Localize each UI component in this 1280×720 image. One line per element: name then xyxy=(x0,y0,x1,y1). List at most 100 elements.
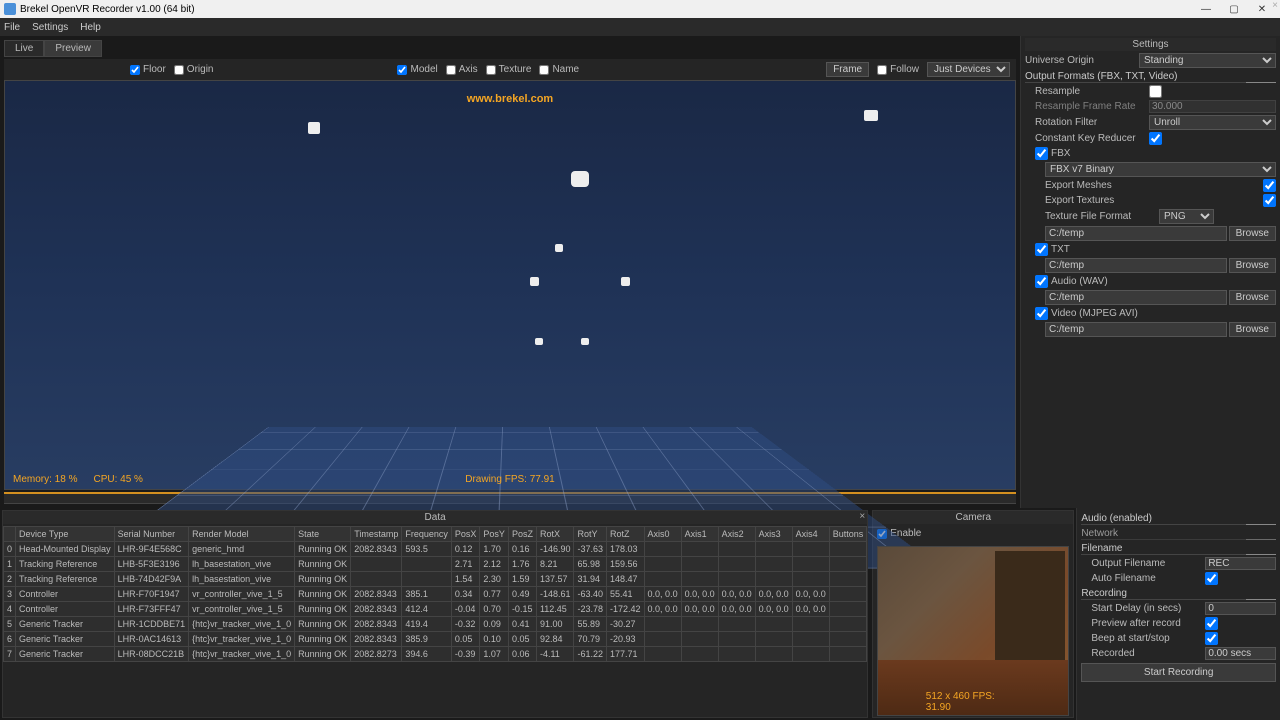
preview-after-check[interactable] xyxy=(1205,617,1218,630)
video-path-input[interactable] xyxy=(1045,322,1227,337)
table-header[interactable]: Timestamp xyxy=(351,527,402,542)
table-cell xyxy=(644,572,681,587)
export-textures-check[interactable] xyxy=(1263,194,1276,207)
table-header[interactable]: Axis1 xyxy=(681,527,718,542)
txt-check[interactable]: TXT xyxy=(1025,243,1276,256)
const-key-reducer-check[interactable] xyxy=(1149,132,1162,145)
table-header[interactable]: PosZ xyxy=(508,527,536,542)
table-row[interactable]: 6Generic TrackerLHR-0AC14613{htc}vr_trac… xyxy=(4,632,867,647)
table-cell: Running OK xyxy=(295,632,351,647)
table-row[interactable]: 4ControllerLHR-F73FFF47vr_controller_viv… xyxy=(4,602,867,617)
table-header[interactable]: Axis4 xyxy=(792,527,829,542)
fbx-path-input[interactable] xyxy=(1045,226,1227,241)
table-cell: Generic Tracker xyxy=(16,632,115,647)
table-cell: Running OK xyxy=(295,587,351,602)
table-header[interactable]: Frequency xyxy=(402,527,452,542)
table-header[interactable]: PosY xyxy=(480,527,509,542)
auto-filename-label: Auto Filename xyxy=(1091,573,1201,584)
table-row[interactable]: 7Generic TrackerLHR-08DCC21B{htc}vr_trac… xyxy=(4,647,867,662)
table-header[interactable]: State xyxy=(295,527,351,542)
viewport-3d[interactable]: www.brekel.com Memory: 18 %CPU: 45 % Dra… xyxy=(4,80,1016,490)
data-panel-close[interactable]: × xyxy=(859,511,865,522)
txt-path-input[interactable] xyxy=(1045,258,1227,273)
video-check[interactable]: Video (MJPEG AVI) xyxy=(1025,307,1276,320)
chk-model[interactable]: Model xyxy=(397,64,437,75)
table-row[interactable]: 1Tracking ReferenceLHB-5F3E3196lh_basest… xyxy=(4,557,867,572)
chk-origin[interactable]: Origin xyxy=(174,64,214,75)
table-cell: 137.57 xyxy=(536,572,574,587)
resample-check[interactable] xyxy=(1149,85,1162,98)
output-filename-input[interactable] xyxy=(1205,557,1276,570)
table-row[interactable]: 2Tracking ReferenceLHB-74D42F9Alh_basest… xyxy=(4,572,867,587)
view-tabs: Live Preview xyxy=(4,40,1016,57)
table-cell xyxy=(644,632,681,647)
table-header[interactable]: Render Model xyxy=(189,527,295,542)
table-cell: {htc}vr_tracker_vive_1_0 xyxy=(189,632,295,647)
beep-check[interactable] xyxy=(1205,632,1218,645)
table-cell: 385.9 xyxy=(402,632,452,647)
audio-check[interactable]: Audio (WAV) xyxy=(1025,275,1276,288)
table-cell: -37.63 xyxy=(574,542,607,557)
audio-panel-header[interactable]: Audio (enabled) xyxy=(1081,513,1276,525)
table-header[interactable]: Axis2 xyxy=(718,527,755,542)
auto-filename-check[interactable] xyxy=(1205,572,1218,585)
chk-name[interactable]: Name xyxy=(539,64,579,75)
frame-button[interactable]: Frame xyxy=(826,62,869,77)
table-cell: 0.10 xyxy=(480,632,509,647)
universe-origin-select[interactable]: Standing xyxy=(1139,53,1276,68)
tex-fmt-select[interactable]: PNG xyxy=(1159,209,1214,224)
table-header[interactable]: Axis3 xyxy=(755,527,792,542)
table-header[interactable]: Device Type xyxy=(16,527,115,542)
table-header[interactable]: Serial Number xyxy=(114,527,189,542)
table-header[interactable]: Axis0 xyxy=(644,527,681,542)
table-header[interactable] xyxy=(4,527,16,542)
data-table: Device TypeSerial NumberRender ModelStat… xyxy=(3,526,867,662)
table-cell: 1.76 xyxy=(508,557,536,572)
table-row[interactable]: 3ControllerLHR-F70F1947vr_controller_viv… xyxy=(4,587,867,602)
table-header[interactable]: RotY xyxy=(574,527,607,542)
tab-live[interactable]: Live xyxy=(4,40,44,57)
table-cell: 0.0, 0.0 xyxy=(644,602,681,617)
fbx-check[interactable]: FBX xyxy=(1025,147,1276,160)
start-delay-input[interactable] xyxy=(1205,602,1276,615)
table-cell xyxy=(792,647,829,662)
table-cell: 177.71 xyxy=(607,647,645,662)
table-header[interactable]: Buttons xyxy=(829,527,867,542)
tab-preview[interactable]: Preview xyxy=(44,40,102,57)
fbx-browse-button[interactable]: Browse xyxy=(1229,226,1276,241)
table-cell: LHR-1CDDBE71 xyxy=(114,617,189,632)
table-cell: 0.0, 0.0 xyxy=(681,602,718,617)
follow-target-select[interactable]: Just Devices xyxy=(927,62,1010,77)
resample-rate-input[interactable] xyxy=(1149,100,1276,113)
table-cell: Head-Mounted Display xyxy=(16,542,115,557)
table-row[interactable]: 0Head-Mounted DisplayLHR-9F4E568Cgeneric… xyxy=(4,542,867,557)
audio-path-input[interactable] xyxy=(1045,290,1227,305)
menu-help[interactable]: Help xyxy=(80,22,101,33)
menu-settings[interactable]: Settings xyxy=(32,22,68,33)
video-browse-button[interactable]: Browse xyxy=(1229,322,1276,337)
audio-browse-button[interactable]: Browse xyxy=(1229,290,1276,305)
table-header[interactable]: RotZ xyxy=(607,527,645,542)
camera-panel-close[interactable]: × xyxy=(1272,0,1278,11)
network-header[interactable]: Network xyxy=(1081,528,1276,540)
table-cell xyxy=(402,572,452,587)
rotation-filter-select[interactable]: Unroll xyxy=(1149,115,1276,130)
chk-follow[interactable]: Follow xyxy=(877,64,919,75)
start-recording-button[interactable]: Start Recording xyxy=(1081,663,1276,682)
table-header[interactable]: PosX xyxy=(451,527,480,542)
fbx-version-select[interactable]: FBX v7 Binary xyxy=(1045,162,1276,177)
chk-floor[interactable]: Floor xyxy=(130,64,166,75)
maximize-button[interactable]: ▢ xyxy=(1220,0,1248,18)
chk-texture[interactable]: Texture xyxy=(486,64,532,75)
export-meshes-check[interactable] xyxy=(1263,179,1276,192)
table-cell xyxy=(829,632,867,647)
table-row[interactable]: 5Generic TrackerLHR-1CDDBE71{htc}vr_trac… xyxy=(4,617,867,632)
table-header[interactable]: RotX xyxy=(536,527,574,542)
table-cell: 0.49 xyxy=(508,587,536,602)
chk-axis[interactable]: Axis xyxy=(446,64,478,75)
txt-browse-button[interactable]: Browse xyxy=(1229,258,1276,273)
minimize-button[interactable]: — xyxy=(1192,0,1220,18)
menu-file[interactable]: File xyxy=(4,22,20,33)
table-cell: 0.0, 0.0 xyxy=(755,602,792,617)
table-cell: vr_controller_vive_1_5 xyxy=(189,587,295,602)
